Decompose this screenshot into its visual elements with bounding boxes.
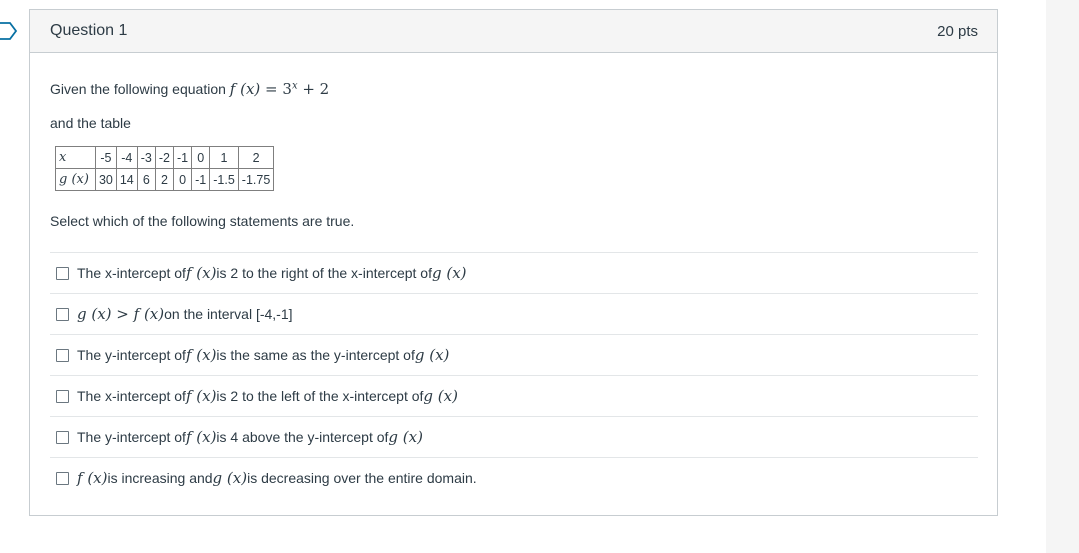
answer-text: is 2 to the left of the x-intercept of [216, 388, 424, 404]
answer-text: The y-intercept of [77, 347, 186, 363]
answer-math: g (x) [388, 428, 423, 446]
answer-text: on the interval [-4,-1] [164, 306, 293, 322]
table-cell: -1 [191, 168, 211, 191]
answer-math: f (x) [185, 264, 217, 282]
table-cell: 0 [191, 146, 211, 169]
page-gutter [1046, 0, 1079, 553]
equation-intro-text: Given the following equation [50, 81, 226, 97]
table-intro: and the table [50, 115, 131, 131]
table-row-x: x -5 -4 -3 -2 -1 0 1 2 [55, 146, 275, 169]
table-cell: 6 [136, 168, 156, 191]
table-cell: -3 [136, 146, 156, 169]
values-table: x -5 -4 -3 -2 -1 0 1 2 g (x) 30 14 6 2 0… [55, 146, 275, 191]
answer-math: g (x) [212, 469, 248, 487]
question-title: Question 1 [50, 22, 128, 39]
question-points: 20 pts [937, 22, 978, 40]
answer-text: The y-intercept of [77, 429, 186, 445]
answer-checkbox[interactable] [56, 389, 69, 403]
table-cell: -5 [94, 146, 117, 169]
table-cell: 30 [94, 168, 117, 191]
answer-math: g (x) > f (x) [77, 305, 165, 323]
question-header: Question 1 20 pts [30, 10, 997, 53]
answer-text: is 4 above the y-intercept of [216, 429, 389, 445]
answer-math: f (x) [77, 469, 108, 487]
table-cell: 14 [115, 168, 138, 191]
table-cell: -1 [172, 146, 193, 169]
table-cell: 1 [209, 146, 239, 169]
table-cell: 0 [172, 168, 193, 191]
answer-math: f (x) [185, 428, 217, 446]
equation-paragraph: Given the following equation f (x) = 3x … [50, 80, 329, 98]
answer-checkbox[interactable] [56, 430, 69, 444]
answer-option-5[interactable]: The y-intercept of f (x) is 4 above the y… [50, 416, 978, 457]
answer-list: The x-intercept of f (x) is 2 to the righ… [50, 252, 978, 498]
answer-math: f (x) [185, 346, 217, 364]
answer-checkbox[interactable] [56, 348, 69, 362]
answer-math: g (x) [423, 387, 458, 405]
answer-text: is decreasing over the entire domain. [247, 470, 477, 486]
equation-fx: f (x) [229, 80, 261, 98]
answer-checkbox[interactable] [56, 266, 69, 280]
answer-math: f (x) [185, 387, 217, 405]
table-cell: 2 [237, 146, 275, 169]
table-cell: -1.5 [209, 168, 239, 191]
table-row-head: x [55, 146, 96, 169]
answer-text: is 2 to the right of the x-intercept of [216, 265, 432, 281]
answer-option-4[interactable]: The x-intercept of f (x) is 2 to the left… [50, 375, 978, 416]
answer-option-6[interactable]: f (x) is increasing and g (x) is decreas… [50, 457, 978, 498]
answer-text: is increasing and [107, 470, 213, 486]
select-instruction: Select which of the following statements… [50, 213, 355, 229]
bookmark-flag-icon[interactable] [0, 22, 18, 40]
answer-option-3[interactable]: The y-intercept of f (x) is the same as … [50, 334, 978, 375]
answer-checkbox[interactable] [56, 471, 69, 485]
equation-eq: = 3 [260, 80, 292, 98]
equation-tail: + 2 [297, 80, 330, 98]
table-cell: -4 [115, 146, 138, 169]
table-row-gx: g (x) 30 14 6 2 0 -1 -1.5 -1.75 [55, 168, 275, 191]
answer-math: g (x) [414, 346, 450, 364]
table-cell: 2 [154, 168, 175, 191]
answer-math: g (x) [431, 264, 467, 282]
answer-option-1[interactable]: The x-intercept of f (x) is 2 to the righ… [50, 252, 978, 293]
answer-checkbox[interactable] [56, 307, 69, 321]
table-row-head: g (x) [55, 168, 96, 191]
answer-option-2[interactable]: g (x) > f (x) on the interval [-4,-1] [50, 293, 978, 334]
answer-text: The x-intercept of [77, 265, 186, 281]
question-card: Question 1 20 pts Given the following eq… [29, 9, 998, 516]
answer-text: The x-intercept of [77, 388, 186, 404]
answer-text: is the same as the y-intercept of [216, 347, 415, 363]
table-cell: -2 [154, 146, 175, 169]
table-cell: -1.75 [237, 168, 275, 191]
